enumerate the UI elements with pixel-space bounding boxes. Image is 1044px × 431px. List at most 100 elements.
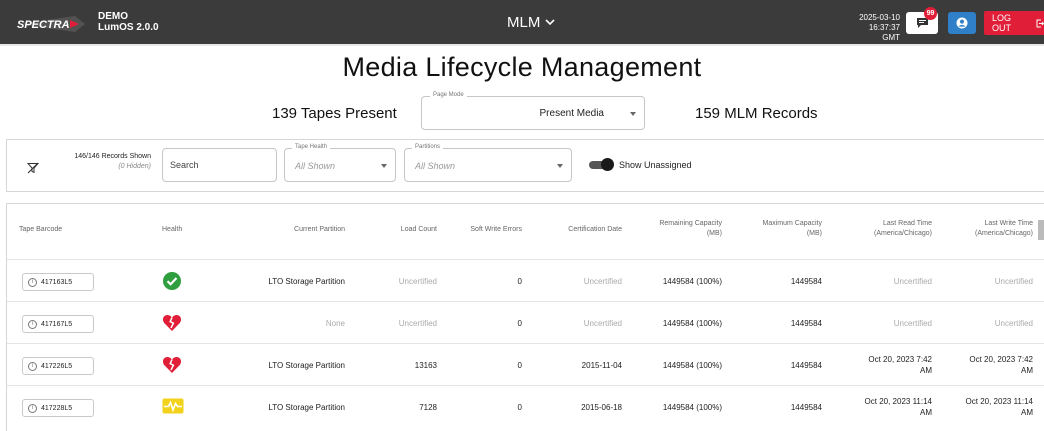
app-switcher[interactable]: MLM xyxy=(507,14,555,31)
notifications-button[interactable]: 99 xyxy=(906,7,938,34)
last-read-time-line1: Uncertified xyxy=(893,319,932,328)
tape-barcode-chip[interactable]: i 417226L5 xyxy=(22,357,94,375)
dropdown-caret-icon xyxy=(381,164,387,168)
tape-health-value: All Shown xyxy=(295,161,336,171)
toggle-knob xyxy=(601,158,614,171)
certification-date: 2015-06-18 xyxy=(581,403,622,412)
remaining-capacity: 1449584 (100%) xyxy=(662,361,722,370)
tape-health-select[interactable]: Tape Health All Shown xyxy=(284,144,396,182)
last-write-time-line1: Uncertified xyxy=(994,277,1033,286)
certification-date: 2015-11-04 xyxy=(581,361,622,370)
last-read-time-line2: AM xyxy=(920,408,932,417)
load-count: Uncertified xyxy=(398,319,437,328)
demo-label: DEMO xyxy=(98,11,128,22)
dropdown-caret-icon xyxy=(557,164,563,168)
tapes-present-count: 139 Tapes Present xyxy=(272,105,397,122)
user-menu-button[interactable] xyxy=(948,12,976,34)
partitions-value: All Shown xyxy=(415,161,456,171)
header-soft-write-errors[interactable]: Soft Write Errors xyxy=(447,225,522,235)
header-last-read-time-line2: (America/Chicago) xyxy=(874,230,932,237)
header-last-write-time-line1: Last Write Time xyxy=(984,220,1034,227)
current-partition: LTO Storage Partition xyxy=(268,361,345,370)
maximum-capacity: 1449584 xyxy=(790,319,822,328)
remaining-capacity: 1449584 (100%) xyxy=(662,319,722,328)
info-icon: i xyxy=(28,361,37,371)
partitions-label: Partitions xyxy=(412,144,444,150)
header-last-read-time-line1: Last Read Time xyxy=(882,220,932,227)
info-icon: i xyxy=(28,403,37,413)
page-mode-value: Present Media xyxy=(539,108,604,119)
page-mode-select[interactable]: Page Mode Present Media xyxy=(421,92,645,130)
chevron-down-icon xyxy=(545,19,555,26)
page-title: Media Lifecycle Management xyxy=(342,52,702,82)
last-read-time: Oct 20, 2023 11:14 AM xyxy=(842,396,932,418)
tape-barcode: 417226L5 xyxy=(41,362,73,370)
table-row[interactable]: i 417167L5 None Uncertified 0 Uncertifie… xyxy=(7,301,1044,343)
header-maximum-capacity-line2: (MB) xyxy=(806,230,822,237)
header-last-read-time[interactable]: Last Read Time (America/Chicago) xyxy=(842,219,932,239)
logout-icon xyxy=(1036,19,1044,27)
tape-barcode-chip[interactable]: i 417228L5 xyxy=(22,399,94,417)
hidden-count: (0 Hidden) xyxy=(118,163,151,170)
last-write-time-line2: AM xyxy=(1021,408,1033,417)
version-label: LumOS 2.0.0 xyxy=(98,22,159,33)
maximum-capacity: 1449584 xyxy=(790,403,822,412)
app-name: MLM xyxy=(507,14,541,31)
logout-button[interactable]: LOG OUT xyxy=(984,11,1044,35)
system-info: DEMO LumOS 2.0.0 xyxy=(98,11,159,33)
show-unassigned-toggle[interactable]: Show Unassigned xyxy=(589,158,692,171)
tape-barcode: 417163L5 xyxy=(41,278,73,286)
toggle-switch[interactable] xyxy=(589,158,614,171)
table-scrollbar[interactable] xyxy=(1038,220,1044,240)
load-count: 13163 xyxy=(414,361,437,370)
header-last-write-time[interactable]: Last Write Time (America/Chicago) xyxy=(947,219,1033,239)
info-icon: i xyxy=(28,319,37,329)
last-read-time: Uncertified xyxy=(842,318,932,329)
dropdown-caret-icon xyxy=(630,112,636,116)
header-health[interactable]: Health xyxy=(162,225,182,235)
last-read-time-line1: Uncertified xyxy=(893,277,932,286)
last-write-time: Uncertified xyxy=(942,276,1033,287)
last-write-time-line1: Oct 20, 2023 7:42 xyxy=(969,355,1033,364)
last-read-time-line1: Oct 20, 2023 11:14 xyxy=(864,397,932,406)
spectra-logo[interactable]: SPECTRA xyxy=(15,14,85,34)
current-partition: None xyxy=(325,319,345,328)
header-current-partition[interactable]: Current Partition xyxy=(257,225,345,235)
header-tape-barcode[interactable]: Tape Barcode xyxy=(19,225,62,235)
header-remaining-capacity[interactable]: Remaining Capacity (MB) xyxy=(642,219,722,239)
header-load-count[interactable]: Load Count xyxy=(377,225,437,235)
records-shown-status: 146/146 Records Shown (0 Hidden) xyxy=(41,153,151,170)
broken-heart-icon xyxy=(162,357,182,373)
clear-filter-icon[interactable] xyxy=(27,162,39,174)
table-row[interactable]: i 417163L5 LTO Storage Partition Uncerti… xyxy=(7,259,1044,301)
partitions-select[interactable]: Partitions All Shown xyxy=(404,144,572,182)
health-good-icon xyxy=(163,272,181,290)
last-read-time: Oct 20, 2023 7:42 AM xyxy=(842,354,932,376)
maximum-capacity: 1449584 xyxy=(790,277,822,286)
health-warning-icon xyxy=(162,398,184,414)
table-row[interactable]: i 417226L5 LTO Storage Partition 13163 0… xyxy=(7,343,1044,385)
tape-barcode-chip[interactable]: i 417163L5 xyxy=(22,273,94,291)
tapes-table: Tape Barcode Health Current Partition Lo… xyxy=(6,203,1044,431)
page-mode-label: Page Mode xyxy=(430,92,467,98)
clock-date: 2025-03-10 xyxy=(859,13,900,22)
svg-text:SPECTRA: SPECTRA xyxy=(17,19,70,31)
soft-write-errors: 0 xyxy=(517,403,522,412)
tape-barcode: 417228L5 xyxy=(41,404,73,412)
table-row[interactable]: i 417228L5 LTO Storage Partition 7128 0 … xyxy=(7,385,1044,427)
clock-time: 16:37:37 GMT xyxy=(868,23,900,42)
show-unassigned-label: Show Unassigned xyxy=(619,160,692,170)
search-input[interactable] xyxy=(162,148,277,182)
last-read-time-line1: Oct 20, 2023 7:42 xyxy=(868,355,932,364)
filter-bar: 146/146 Records Shown (0 Hidden) Tape He… xyxy=(6,139,1044,192)
last-read-time: Uncertified xyxy=(842,276,932,287)
header-last-write-time-line2: (America/Chicago) xyxy=(975,230,1033,237)
system-clock: 2025-03-10 16:37:37 GMT xyxy=(850,13,900,43)
last-read-time-line2: AM xyxy=(920,366,932,375)
records-shown-count: 146/146 Records Shown xyxy=(74,153,151,160)
soft-write-errors: 0 xyxy=(517,277,522,286)
notification-badge: 99 xyxy=(924,7,937,20)
header-certification-date[interactable]: Certification Date xyxy=(547,225,622,235)
tape-barcode-chip[interactable]: i 417167L5 xyxy=(22,315,94,333)
header-maximum-capacity[interactable]: Maximum Capacity (MB) xyxy=(742,219,822,239)
